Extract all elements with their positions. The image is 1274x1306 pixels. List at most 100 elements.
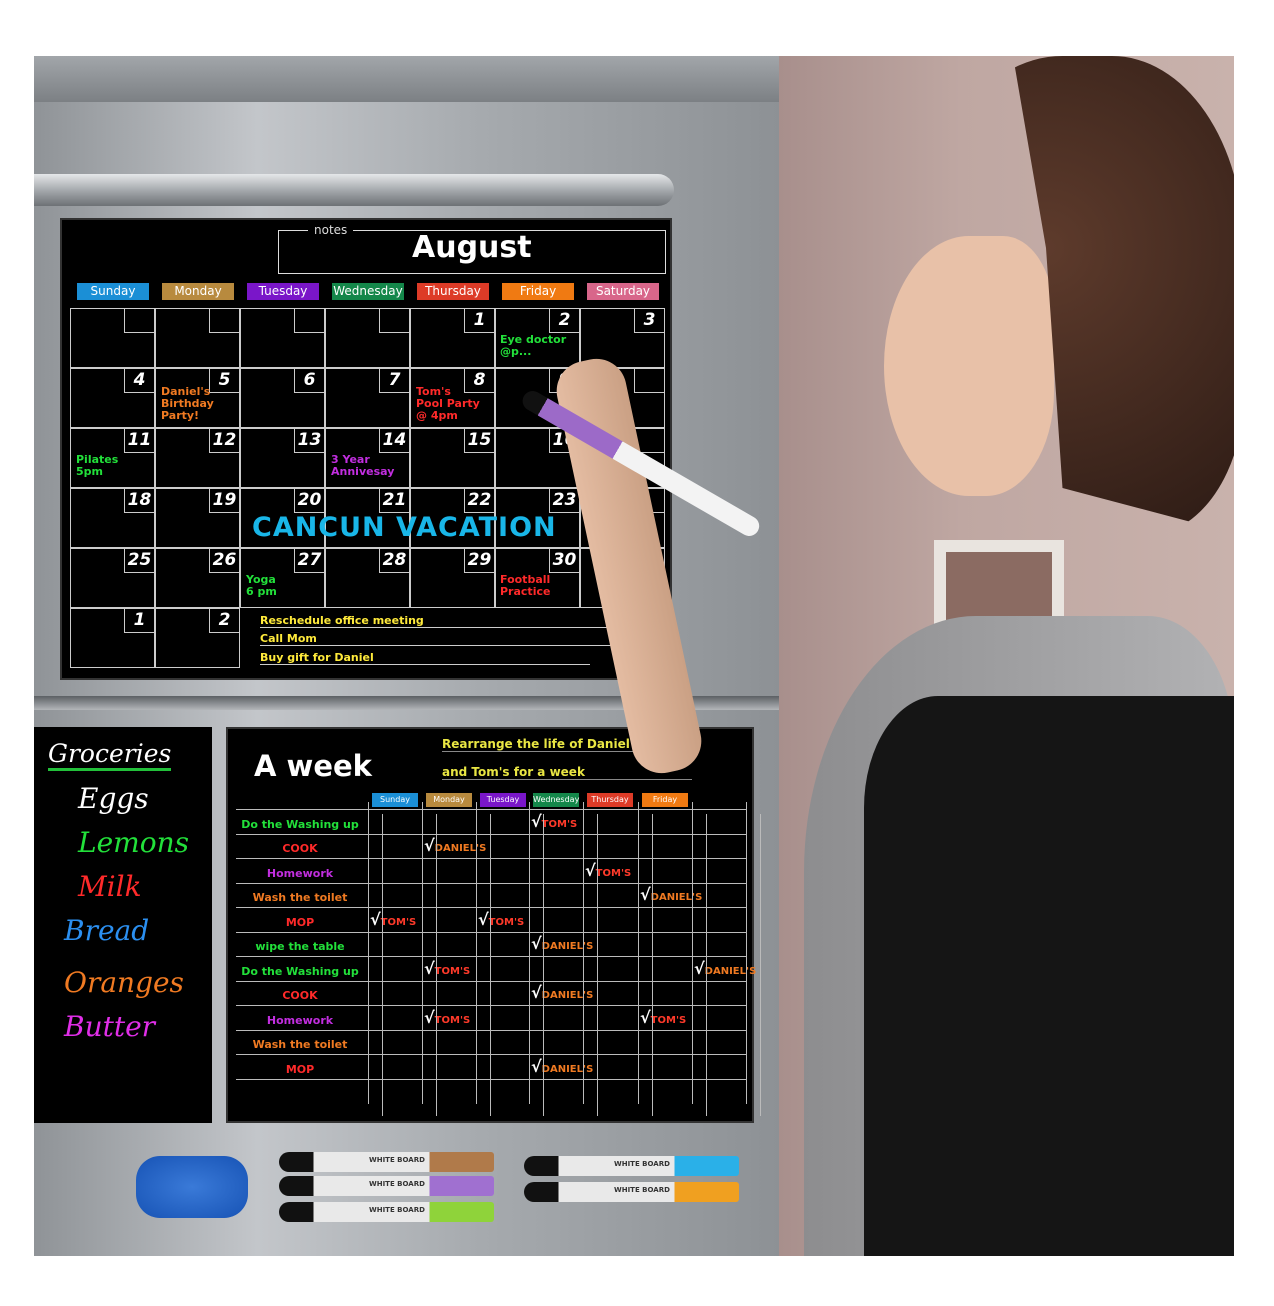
assignee: TOM'S <box>434 965 471 977</box>
assignee: TOM'S <box>650 1014 687 1026</box>
notes-label: notes <box>308 223 354 237</box>
assignee: TOM'S <box>488 916 525 928</box>
checkmark-icon: √ <box>424 1007 435 1027</box>
day-number: 22 <box>464 489 494 513</box>
grid-line <box>236 1029 746 1031</box>
grid-line <box>236 858 746 859</box>
day-number <box>124 309 154 333</box>
todo-item: Buy gift for Daniel <box>260 651 590 665</box>
photo-scene: notes August 123456789111213141516181920… <box>34 56 1234 1256</box>
whiteboard-marker: WHITE BOARD <box>524 1182 739 1202</box>
grocery-item: Eggs <box>78 782 149 815</box>
calendar-cell: 1 <box>410 308 495 368</box>
checkmark-icon: √ <box>585 860 596 880</box>
day-number: 23 <box>549 489 579 513</box>
checkmark-icon: √ <box>478 909 489 929</box>
check-entry: √TOM'S <box>424 1008 470 1027</box>
calendar-cell <box>70 308 155 368</box>
checkmark-icon: √ <box>531 1056 542 1076</box>
calendar-note: Football Practice <box>500 573 551 598</box>
month-title: August <box>412 230 532 265</box>
day-number: 4 <box>124 369 154 393</box>
day-number: 21 <box>379 489 409 513</box>
day-header: Thursday <box>417 283 489 300</box>
grid-line <box>236 907 746 908</box>
day-number <box>209 309 239 333</box>
task-label: Wash the toilet <box>252 1038 348 1051</box>
grid-line <box>746 802 747 1104</box>
grid-line <box>422 802 423 1104</box>
day-header: Monday <box>162 283 234 300</box>
assignee: TOM'S <box>595 867 632 879</box>
calendar-cell: 19 <box>155 488 240 548</box>
eraser <box>136 1156 248 1218</box>
weekly-chore-board: A week Rearrange the life of Daniel and … <box>226 727 761 1123</box>
grid-line <box>236 980 746 982</box>
day-number: 12 <box>209 429 239 453</box>
person-face <box>884 236 1054 496</box>
assignee: DANIEL'S <box>541 1063 594 1075</box>
check-entry: √TOM'S <box>370 910 416 929</box>
checkmark-icon: √ <box>694 958 705 978</box>
grid-line <box>236 931 746 933</box>
assignee: TOM'S <box>541 818 578 830</box>
check-entry: √TOM'S <box>424 959 470 978</box>
grid-line <box>236 1054 746 1055</box>
week-day-header: Monday <box>426 793 472 807</box>
marker-label: WHITE BOARD <box>369 1156 425 1164</box>
grid-line <box>543 814 544 1116</box>
day-number: 25 <box>124 549 154 573</box>
calendar-cell: 25 <box>70 548 155 608</box>
todo-item: Call Mom <box>260 632 660 646</box>
day-number: 13 <box>294 429 324 453</box>
day-number: 18 <box>124 489 154 513</box>
grocery-item: Butter <box>64 1010 156 1043</box>
whiteboard-marker: WHITE BOARD <box>524 1156 739 1176</box>
assignee: DANIEL'S <box>434 843 487 854</box>
calendar-cell: 28 <box>325 548 410 608</box>
grid-line <box>236 1005 746 1006</box>
day-number: 6 <box>294 369 324 393</box>
checkmark-icon: √ <box>640 885 651 904</box>
assignee: TOM'S <box>434 1014 471 1026</box>
calendar-cell <box>155 308 240 368</box>
calendar-cell: 4 <box>70 368 155 428</box>
fridge-top <box>34 56 779 102</box>
calendar-cell: 29 <box>410 548 495 608</box>
grid-line <box>706 814 707 1116</box>
day-number: 20 <box>294 489 324 513</box>
grocery-item: Milk <box>78 870 142 903</box>
calendar-cell: 13 <box>240 428 325 488</box>
task-label: COOK <box>282 842 318 855</box>
calendar-note: Eye doctor @p... <box>500 333 567 358</box>
day-number: 29 <box>464 549 494 573</box>
grid-line <box>436 814 437 1116</box>
calendar-cell: 1 <box>70 608 155 668</box>
grid-line <box>236 882 746 884</box>
calendar-cell: 26 <box>155 548 240 608</box>
day-number: 28 <box>379 549 409 573</box>
grid-line <box>652 814 653 1116</box>
day-number: 1 <box>124 609 154 633</box>
calendar-cell <box>240 308 325 368</box>
grid-line <box>236 956 746 957</box>
day-number: 11 <box>124 429 154 453</box>
calendar-cell: 12 <box>155 428 240 488</box>
groceries-board: Groceries Eggs Lemons Milk Bread Oranges Butt… <box>34 727 212 1123</box>
day-number: 30 <box>549 549 579 573</box>
task-label: wipe the table <box>255 940 345 953</box>
check-entry: √TOM'S <box>531 812 577 831</box>
assignee: TOM'S <box>380 916 417 928</box>
calendar-cell: 18 <box>70 488 155 548</box>
day-number <box>379 309 409 333</box>
person-apron <box>864 696 1234 1256</box>
whiteboard-marker: WHITE BOARD <box>279 1202 494 1222</box>
grid-line <box>476 802 477 1104</box>
week-day-header: Tuesday <box>480 793 526 807</box>
task-label: Do the Washing up <box>241 817 359 831</box>
day-number: 2 <box>209 609 239 633</box>
day-header: Saturday <box>587 283 659 300</box>
task-label: MOP <box>285 915 315 929</box>
grid-line <box>583 802 584 1104</box>
grid-line <box>382 814 383 1116</box>
